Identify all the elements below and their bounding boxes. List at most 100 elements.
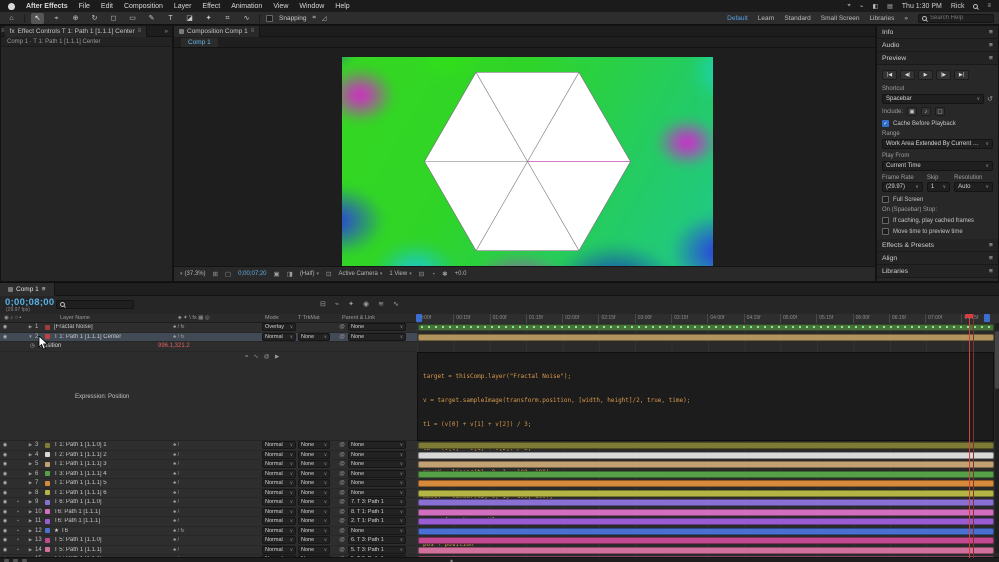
menu-animation[interactable]: Animation [231, 3, 262, 10]
lock-icon[interactable]: ▪ [10, 509, 26, 515]
expand-arrow-icon[interactable]: ▶ [26, 537, 35, 543]
expand-arrow-icon[interactable]: ▶ [26, 518, 35, 524]
expand-arrow-icon[interactable]: ▶ [26, 442, 35, 448]
layer-row-11[interactable]: ◉ ▪ ▶ 11 T6: Path 1 [1.1.1] ♣ / Normal ∨ None ∨ @2… [0, 517, 417, 527]
blend-mode-dropdown[interactable]: Normal ∨ [262, 536, 296, 545]
layer-name[interactable]: T 5: Path 1 [1.1.0] [54, 537, 173, 543]
blend-mode-dropdown[interactable]: Normal ∨ [262, 517, 296, 526]
pickwhip-icon[interactable]: @ [336, 499, 348, 505]
eye-icon[interactable]: ◉ [0, 452, 10, 458]
layer-row-14[interactable]: ◉ ▪ ▶ 14 T 5: Path 1 [1.1.1] ♣ / Normal ∨ None ∨ @… [0, 545, 417, 555]
panel-menu-icon[interactable]: ≡ [42, 286, 46, 293]
work-area-end-handle[interactable] [984, 314, 990, 322]
trkmat-dropdown[interactable]: None ∨ [298, 441, 330, 450]
pickwhip-icon[interactable]: @ [336, 471, 348, 477]
workspace-small-screen[interactable]: Small Screen [821, 15, 860, 22]
layer-row-10[interactable]: ◉ ▪ ▶ 10 T6: Path 1 [1.1.1] ♣ / Normal ∨ None ∨ @8… [0, 507, 417, 517]
panel-menu-icon[interactable]: ≡ [138, 28, 142, 34]
layer-color-swatch[interactable] [45, 442, 54, 448]
expand-transfer-controls-toggle[interactable] [22, 558, 27, 562]
eye-icon[interactable]: ◉ [0, 499, 10, 505]
trkmat-dropdown[interactable]: None ∨ [298, 526, 330, 535]
layer-name[interactable]: [Fractal Noise] [54, 324, 173, 330]
layer-duration-bar[interactable] [418, 451, 994, 459]
viewer-timecode[interactable]: 0;00;07;20 [238, 271, 266, 277]
layer-color-swatch[interactable] [45, 452, 54, 458]
lock-icon[interactable]: ▪ [10, 528, 26, 534]
layer-switch-icons[interactable]: ♣ / [173, 452, 215, 458]
pickwhip-icon[interactable]: @ [336, 461, 348, 467]
layer-row-7[interactable]: ◉ ▶ 7 T 1: Path 1 [1.1.1] 5 ♣ / Normal ∨ None ∨ @… [0, 479, 417, 489]
guides-icon[interactable]: ▢ [225, 270, 231, 278]
keyboard-icon[interactable]: ⌖ [847, 3, 850, 10]
channels-icon[interactable]: ◨ [287, 270, 293, 278]
layer-duration-bar[interactable] [418, 499, 994, 506]
trkmat-dropdown[interactable]: None ∨ [298, 498, 330, 507]
layer-color-swatch[interactable] [45, 480, 54, 486]
panel-menu-icon[interactable]: ≡ [989, 268, 993, 275]
panel-menu-icon[interactable]: ≡ [989, 55, 993, 62]
menu-clock[interactable]: Thu 1:30 PM [902, 3, 942, 10]
blend-mode-dropdown[interactable]: Normal ∨ [262, 526, 296, 535]
effects-presets-panel-header[interactable]: Effects & Presets ≡ [877, 239, 998, 252]
parent-dropdown[interactable]: None ∨ [348, 323, 406, 332]
reset-icon[interactable]: ↺ [987, 95, 993, 103]
composition-mini-flowchart-icon[interactable]: ⊟ [320, 300, 326, 308]
layer-row-2[interactable]: ◉ ▼ 2 T 1: Path 1 [1.1.1] Center ♣ / fx Norma… [0, 332, 417, 342]
layer-duration-bar[interactable] [418, 480, 994, 487]
layer-name[interactable]: T 1: Path 1 [1.1.1] Center [54, 334, 173, 340]
flowchart-icon[interactable]: ⊟ [419, 270, 424, 278]
expand-arrow-icon[interactable]: ▶ [26, 528, 35, 534]
parent-dropdown[interactable]: 8. T 1: Path 1 ∨ [348, 507, 406, 516]
layer-duration-bar[interactable] [418, 489, 994, 497]
expand-arrow-icon[interactable]: ▶ [26, 452, 35, 458]
timeline-zoom-slider[interactable]: ◆ [450, 558, 453, 562]
home-icon[interactable]: ⌂ [5, 13, 18, 24]
range-dropdown[interactable]: Work Area Extended By Current … ∨ [882, 139, 993, 149]
layer-color-swatch[interactable] [45, 490, 54, 496]
preview-time-icon[interactable]: ◔ [431, 271, 435, 278]
tab-overflow-icon[interactable]: » [164, 28, 172, 35]
trkmat-dropdown[interactable]: None ∨ [298, 517, 330, 526]
timeline-search-input[interactable] [68, 301, 128, 308]
pan-camera-tool[interactable]: ◻ [107, 13, 120, 24]
expression-editor[interactable]: target = thisComp.layer("Fractal Noise")… [417, 351, 994, 548]
expand-arrow-icon[interactable]: ▶ [26, 499, 35, 505]
blend-mode-dropdown[interactable]: Normal ∨ [262, 507, 296, 516]
clone-stamp-tool[interactable]: ✦ [202, 13, 215, 24]
parent-dropdown[interactable]: None ∨ [348, 469, 406, 478]
expand-arrow-icon[interactable]: ▶ [26, 490, 35, 496]
layer-name[interactable]: T 5: Path 1 [1.1.1] [54, 547, 173, 553]
trkmat-dropdown[interactable]: None ∨ [298, 332, 330, 341]
pickwhip-icon[interactable]: @ [336, 452, 348, 458]
motion-blur-icon[interactable]: ≋ [378, 300, 384, 308]
layer-duration-bar[interactable] [418, 470, 994, 478]
parent-dropdown[interactable]: 6. T 3: Path 1 ∨ [348, 536, 406, 545]
lock-icon[interactable]: ▪ [10, 537, 26, 543]
layer-row-6[interactable]: ◉ ▶ 6 T 3: Path 1 [1.1.1] 4 ♣ / Normal ∨ None ∨ @… [0, 469, 417, 479]
snap-grid-icon[interactable]: ⌗ [312, 15, 315, 22]
layer-name[interactable]: T 3: Path 1 [1.1.1] 4 [54, 471, 173, 477]
layer-switch-icons[interactable]: ♣ / [173, 461, 215, 467]
trkmat-dropdown[interactable]: None ∨ [298, 507, 330, 516]
layer-name[interactable]: T 6: Path 1 [1.1.0] [54, 499, 173, 505]
frame-blending-icon[interactable]: ◉ [363, 300, 369, 308]
pickwhip-icon[interactable]: @ [336, 334, 348, 340]
layer-name[interactable]: T 1: Path 1 [1.1.1] 6 [54, 490, 173, 496]
parent-dropdown[interactable]: None ∨ [348, 332, 406, 341]
trkmat-dropdown[interactable]: None ∨ [298, 545, 330, 554]
workspace-default[interactable]: Default [727, 15, 748, 22]
eye-icon[interactable]: ◉ [0, 490, 10, 496]
eye-icon[interactable]: ◉ [0, 442, 10, 448]
parent-dropdown[interactable]: 7. T 3: Path 1 ∨ [348, 498, 406, 507]
layer-duration-bar[interactable] [418, 527, 994, 535]
time-ruler[interactable]: 0:00f 00:15f 01:00f 01:15f 02:00f 02:15f… [417, 314, 999, 323]
expand-arrow-icon[interactable]: ▼ [26, 334, 35, 339]
resolution-dropdown[interactable]: (Half) ▾ [300, 271, 319, 277]
shape-tool[interactable]: ▭ [126, 13, 139, 24]
fast-previews-icon[interactable]: ✱ [442, 270, 447, 278]
preview-resolution-dropdown[interactable]: Auto ∨ [954, 182, 994, 192]
parent-dropdown[interactable]: 5. T 3: Path 1 ∨ [348, 545, 406, 554]
cache-before-playback-checkbox[interactable]: ✓ [882, 120, 889, 127]
blend-mode-dropdown[interactable]: Normal ∨ [262, 469, 296, 478]
